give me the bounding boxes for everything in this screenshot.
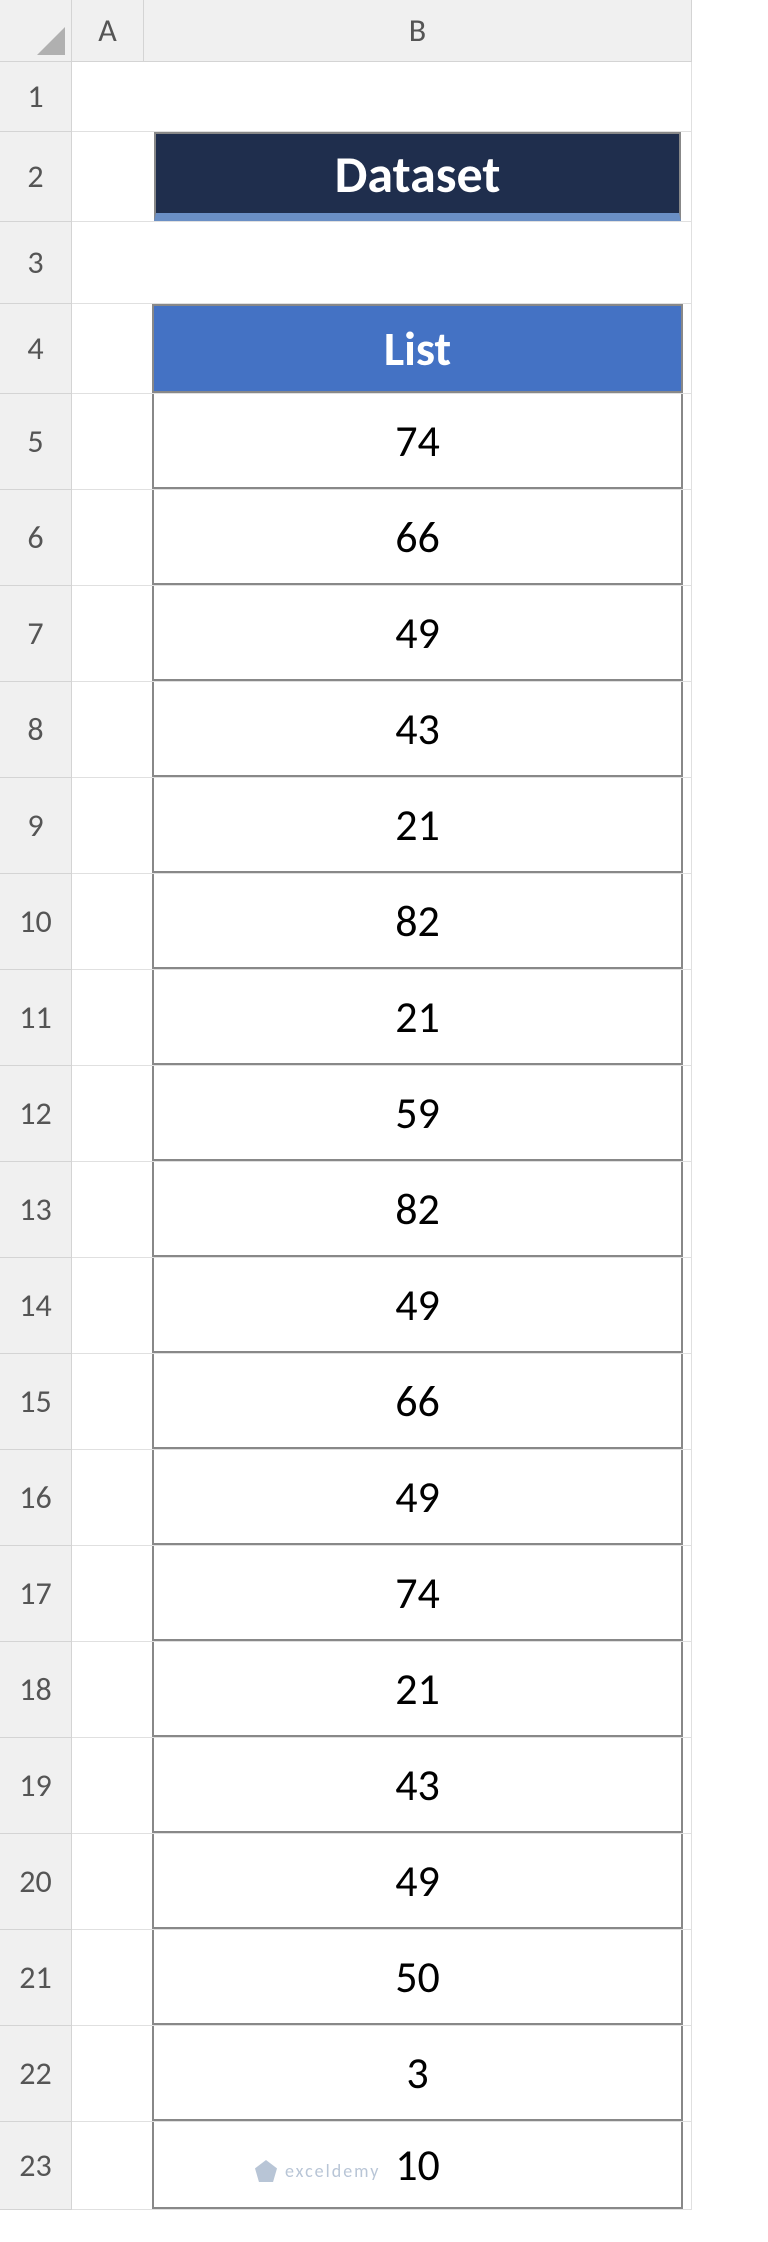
cell-a7[interactable]	[72, 586, 144, 682]
list-item: 21	[152, 970, 683, 1065]
list-header: List	[152, 304, 683, 393]
cell-a1[interactable]	[72, 62, 144, 132]
list-item: 49	[152, 1258, 683, 1353]
spreadsheet-grid[interactable]: A B 1 2 Dataset 3 4 List 5 74 6 66 7 49 …	[0, 0, 692, 2210]
watermark: exceldemy	[255, 2160, 380, 2182]
list-item: 21	[152, 778, 683, 873]
row-header-11[interactable]: 11	[0, 970, 72, 1066]
list-item: 21	[152, 1642, 683, 1737]
list-item: 43	[152, 1738, 683, 1833]
row-header-16[interactable]: 16	[0, 1450, 72, 1546]
cell-b22[interactable]: 3	[144, 2026, 692, 2122]
cell-b10[interactable]: 82	[144, 874, 692, 970]
row-header-17[interactable]: 17	[0, 1546, 72, 1642]
cell-a10[interactable]	[72, 874, 144, 970]
cell-a13[interactable]	[72, 1162, 144, 1258]
list-item: 74	[152, 1546, 683, 1641]
cell-b2[interactable]: Dataset	[144, 132, 692, 222]
cell-b14[interactable]: 49	[144, 1258, 692, 1354]
row-header-6[interactable]: 6	[0, 490, 72, 586]
cell-b7[interactable]: 49	[144, 586, 692, 682]
cell-a15[interactable]	[72, 1354, 144, 1450]
cell-a8[interactable]	[72, 682, 144, 778]
cell-b16[interactable]: 49	[144, 1450, 692, 1546]
cell-a6[interactable]	[72, 490, 144, 586]
row-header-15[interactable]: 15	[0, 1354, 72, 1450]
cell-b20[interactable]: 49	[144, 1834, 692, 1930]
cell-a22[interactable]	[72, 2026, 144, 2122]
cell-a4[interactable]	[72, 304, 144, 394]
row-header-18[interactable]: 18	[0, 1642, 72, 1738]
cell-b17[interactable]: 74	[144, 1546, 692, 1642]
list-item: 74	[152, 394, 683, 489]
list-item: 10	[152, 2122, 683, 2209]
row-header-2[interactable]: 2	[0, 132, 72, 222]
cell-a20[interactable]	[72, 1834, 144, 1930]
cell-b1[interactable]	[144, 62, 692, 132]
row-header-12[interactable]: 12	[0, 1066, 72, 1162]
row-header-1[interactable]: 1	[0, 62, 72, 132]
cell-b6[interactable]: 66	[144, 490, 692, 586]
row-header-3[interactable]: 3	[0, 222, 72, 304]
row-header-14[interactable]: 14	[0, 1258, 72, 1354]
cell-a11[interactable]	[72, 970, 144, 1066]
list-item: 66	[152, 1354, 683, 1449]
list-item: 66	[152, 490, 683, 585]
row-header-7[interactable]: 7	[0, 586, 72, 682]
row-header-21[interactable]: 21	[0, 1930, 72, 2026]
cell-a2[interactable]	[72, 132, 144, 222]
row-header-19[interactable]: 19	[0, 1738, 72, 1834]
cell-b15[interactable]: 66	[144, 1354, 692, 1450]
cell-a14[interactable]	[72, 1258, 144, 1354]
list-item: 82	[152, 874, 683, 969]
row-header-13[interactable]: 13	[0, 1162, 72, 1258]
list-item: 82	[152, 1162, 683, 1257]
cell-a18[interactable]	[72, 1642, 144, 1738]
cell-b3[interactable]	[144, 222, 692, 304]
list-item: 3	[152, 2026, 683, 2121]
list-item: 49	[152, 586, 683, 681]
list-item: 59	[152, 1066, 683, 1161]
row-header-20[interactable]: 20	[0, 1834, 72, 1930]
cell-b5[interactable]: 74	[144, 394, 692, 490]
cell-a12[interactable]	[72, 1066, 144, 1162]
cell-a16[interactable]	[72, 1450, 144, 1546]
row-header-8[interactable]: 8	[0, 682, 72, 778]
cell-b23[interactable]: 10	[144, 2122, 692, 2210]
dataset-title: Dataset	[154, 132, 681, 221]
row-header-23[interactable]: 23	[0, 2122, 72, 2210]
cell-b11[interactable]: 21	[144, 970, 692, 1066]
row-header-5[interactable]: 5	[0, 394, 72, 490]
cell-a21[interactable]	[72, 1930, 144, 2026]
select-all-corner[interactable]	[0, 0, 72, 62]
cell-a17[interactable]	[72, 1546, 144, 1642]
cell-b12[interactable]: 59	[144, 1066, 692, 1162]
cell-b13[interactable]: 82	[144, 1162, 692, 1258]
watermark-icon	[255, 2160, 277, 2182]
cell-a9[interactable]	[72, 778, 144, 874]
cell-b18[interactable]: 21	[144, 1642, 692, 1738]
row-header-10[interactable]: 10	[0, 874, 72, 970]
list-item: 49	[152, 1834, 683, 1929]
cell-a5[interactable]	[72, 394, 144, 490]
list-item: 43	[152, 682, 683, 777]
col-header-a[interactable]: A	[72, 0, 144, 62]
cell-b9[interactable]: 21	[144, 778, 692, 874]
cell-b8[interactable]: 43	[144, 682, 692, 778]
row-header-22[interactable]: 22	[0, 2026, 72, 2122]
list-item: 50	[152, 1930, 683, 2025]
cell-a19[interactable]	[72, 1738, 144, 1834]
row-header-4[interactable]: 4	[0, 304, 72, 394]
cell-b4[interactable]: List	[144, 304, 692, 394]
cell-a3[interactable]	[72, 222, 144, 304]
watermark-text: exceldemy	[285, 2160, 380, 2182]
cell-a23[interactable]	[72, 2122, 144, 2210]
list-item: 49	[152, 1450, 683, 1545]
row-header-9[interactable]: 9	[0, 778, 72, 874]
cell-b19[interactable]: 43	[144, 1738, 692, 1834]
col-header-b[interactable]: B	[144, 0, 692, 62]
cell-b21[interactable]: 50	[144, 1930, 692, 2026]
